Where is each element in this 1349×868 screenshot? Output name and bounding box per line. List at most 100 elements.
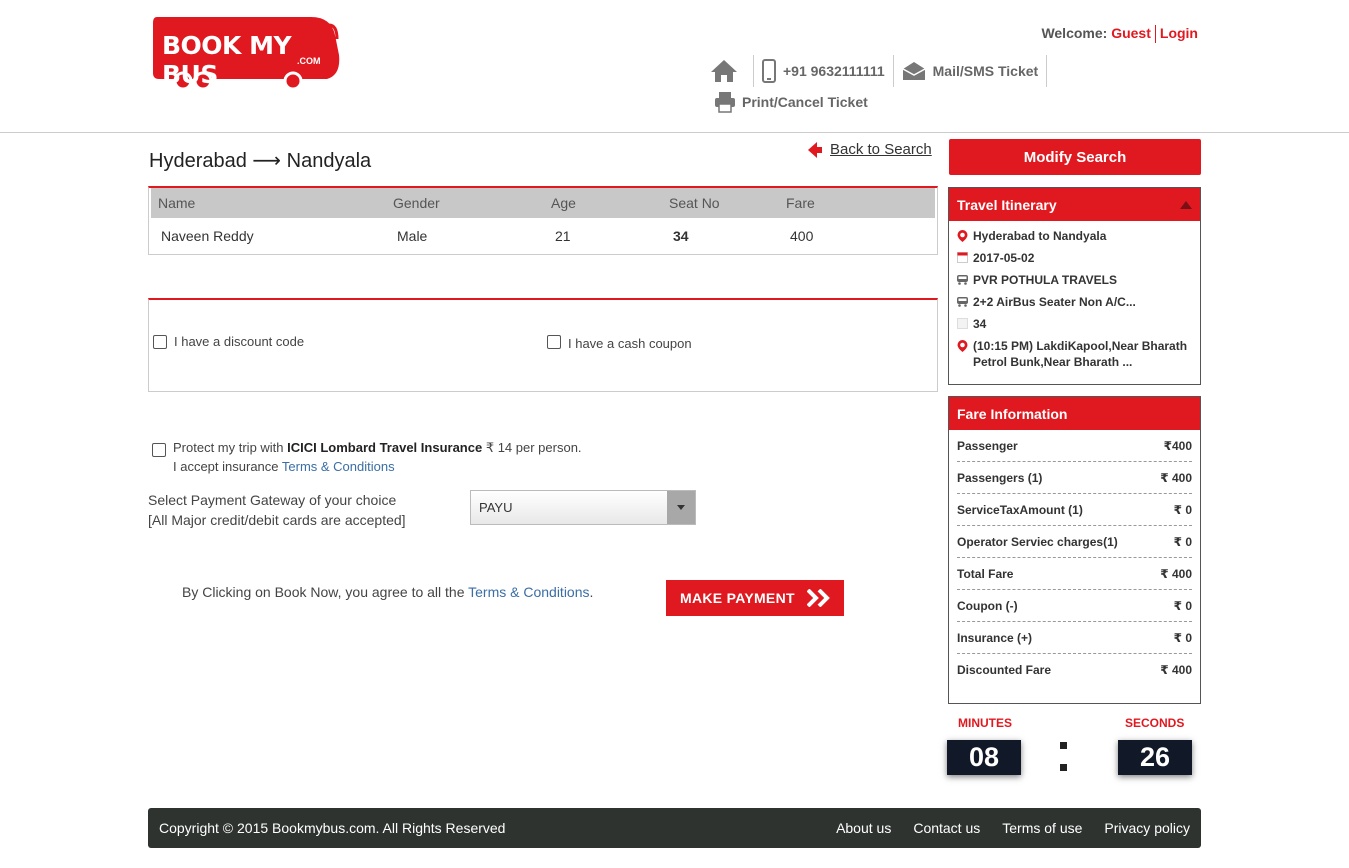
make-payment-label: MAKE PAYMENT <box>680 590 795 606</box>
back-arrow-icon <box>808 141 822 158</box>
route-arrow: ⟶ <box>252 150 282 172</box>
login-link[interactable]: Login <box>1160 25 1198 41</box>
fare-info-title: Fare Information <box>957 405 1068 422</box>
printer-icon <box>715 92 735 113</box>
print-cancel-ticket-link[interactable]: Print/Cancel Ticket <box>714 91 868 113</box>
agree-text: By Clicking on Book Now, you agree to al… <box>182 584 469 600</box>
itinerary-list: Hyderabad to Nandyala 2017-05-02 PVR POT… <box>949 221 1200 383</box>
insurance-section: Protect my trip with ICICI Lombard Trave… <box>152 438 582 476</box>
cash-coupon-option[interactable]: I have a cash coupon <box>547 332 692 351</box>
fare-label: Passengers (1) <box>957 470 1043 485</box>
fare-label: Total Fare <box>957 566 1014 581</box>
table-row: Naveen Reddy Male 21 34 400 <box>149 218 937 254</box>
bus-icon <box>957 275 968 285</box>
fare-value: ₹ 0 <box>1173 534 1192 549</box>
route-to: Nandyala <box>286 150 372 172</box>
col-name: Name <box>158 195 196 211</box>
phone-nav[interactable]: +91 9632111111 <box>754 55 894 87</box>
seconds-label: SECONDS <box>1125 716 1185 730</box>
insurance-terms-link[interactable]: Terms & Conditions <box>282 459 395 474</box>
fare-row-passenger: Passenger ₹400 <box>957 430 1192 462</box>
passenger-fare: 400 <box>790 228 814 244</box>
itinerary-date: 2017-05-02 <box>973 251 1035 265</box>
payment-gateway-label: Select Payment Gateway of your choice [A… <box>148 490 406 530</box>
fare-value: ₹ 0 <box>1173 630 1192 645</box>
dropdown-arrow-icon[interactable] <box>667 491 695 524</box>
terms-conditions-link[interactable]: Terms & Conditions <box>468 584 589 600</box>
list-item: 34 <box>957 316 1192 332</box>
insurance-checkbox[interactable] <box>152 443 166 457</box>
timer-seconds: 26 <box>1118 740 1192 775</box>
passenger-name: Naveen Reddy <box>161 228 254 244</box>
passenger-table: Name Gender Age Seat No Fare Naveen Redd… <box>148 186 938 255</box>
passenger-table-header: Name Gender Age Seat No Fare <box>151 188 935 218</box>
discount-section: I have a discount code I have a cash cou… <box>148 298 938 392</box>
insurance-accept: I accept insurance <box>173 459 282 474</box>
route-title: Hyderabad ⟶ Nandyala <box>149 148 371 173</box>
fare-label: ServiceTaxAmount (1) <box>957 502 1083 517</box>
guest-label: Guest <box>1111 25 1151 41</box>
itinerary-title: Travel Itinerary <box>957 196 1057 213</box>
footer-privacy-link[interactable]: Privacy policy <box>1104 820 1190 836</box>
fare-value: ₹ 0 <box>1173 502 1192 517</box>
itinerary-header[interactable]: Travel Itinerary <box>949 188 1200 221</box>
fare-label: Coupon (-) <box>957 598 1018 613</box>
footer-terms-link[interactable]: Terms of use <box>1002 820 1082 836</box>
list-item: 2+2 AirBus Seater Non A/C... <box>957 294 1192 310</box>
modify-search-button[interactable]: Modify Search <box>949 139 1201 175</box>
fare-row-insurance: Insurance (+) ₹ 0 <box>957 622 1192 654</box>
payment-gateway-select[interactable]: PAYU <box>470 490 696 525</box>
bus-type-icon <box>957 297 968 307</box>
route-from: Hyderabad <box>149 150 247 172</box>
mobile-phone-icon <box>762 59 776 83</box>
list-item: (10:15 PM) LakdiKapool,Near Bharath Petr… <box>957 338 1192 370</box>
double-chevron-right-icon <box>806 589 830 607</box>
fare-row-total: Total Fare ₹ 400 <box>957 558 1192 590</box>
insurance-text: Protect my trip with ICICI Lombard Trave… <box>173 438 582 476</box>
fare-value: ₹ 400 <box>1160 663 1192 677</box>
insurance-price: ₹ 14 per person. <box>482 440 582 455</box>
boarding-pin-icon <box>957 340 968 352</box>
col-seat-no: Seat No <box>669 195 720 211</box>
fare-label: Discounted Fare <box>957 663 1052 677</box>
discount-code-option[interactable]: I have a discount code <box>153 334 304 349</box>
welcome-label: Welcome: <box>1041 25 1108 41</box>
fare-row-discounted: Discounted Fare ₹ 400 <box>957 654 1192 686</box>
discount-code-checkbox[interactable] <box>153 334 167 349</box>
fare-info-header: Fare Information <box>949 397 1200 430</box>
make-payment-button[interactable]: MAKE PAYMENT <box>666 580 844 616</box>
site-header: BOOK MY BUS .COM Welcome: Guest Login +91… <box>0 0 1349 133</box>
insurance-pre: Protect my trip with <box>173 440 288 455</box>
timer-colon <box>1060 740 1068 774</box>
fare-value: ₹ 0 <box>1173 598 1192 613</box>
mail-sms-label: Mail/SMS Ticket <box>932 63 1039 79</box>
top-nav: +91 9632111111 Mail/SMS Ticket <box>710 55 1048 87</box>
fare-value: ₹400 <box>1163 438 1192 453</box>
collapse-triangle-icon[interactable] <box>1180 201 1192 209</box>
itinerary-route: Hyderabad to Nandyala <box>973 229 1107 243</box>
mail-icon <box>902 62 925 80</box>
gateway-selected-value: PAYU <box>479 500 513 515</box>
seat-icon <box>957 318 968 329</box>
footer-about-link[interactable]: About us <box>836 820 891 836</box>
footer-contact-link[interactable]: Contact us <box>913 820 980 836</box>
welcome-bar: Welcome: Guest Login <box>1041 25 1198 44</box>
back-to-search-label: Back to Search <box>830 141 932 158</box>
mail-sms-ticket-link[interactable]: Mail/SMS Ticket <box>894 55 1048 87</box>
back-to-search-link[interactable]: Back to Search <box>808 141 932 158</box>
fare-row-operator-charges: Operator Serviec charges(1) ₹ 0 <box>957 526 1192 558</box>
agree-end: . <box>589 584 594 600</box>
map-pin-icon <box>957 230 968 242</box>
bookmybus-logo[interactable]: BOOK MY BUS .COM <box>151 15 341 91</box>
cash-coupon-checkbox[interactable] <box>547 334 561 349</box>
cash-coupon-label: I have a cash coupon <box>568 336 692 351</box>
calendar-icon <box>957 252 968 263</box>
col-gender: Gender <box>393 195 440 211</box>
fare-value: ₹ 400 <box>1160 470 1192 485</box>
gateway-label-line2: [All Major credit/debit cards are accept… <box>148 512 406 528</box>
home-nav[interactable] <box>710 55 754 87</box>
fare-row-coupon: Coupon (-) ₹ 0 <box>957 590 1192 622</box>
welcome-divider <box>1154 25 1156 44</box>
fare-information-panel: Fare Information Passenger ₹400 Passenger… <box>948 396 1201 704</box>
itinerary-operator: PVR POTHULA TRAVELS <box>973 273 1118 287</box>
